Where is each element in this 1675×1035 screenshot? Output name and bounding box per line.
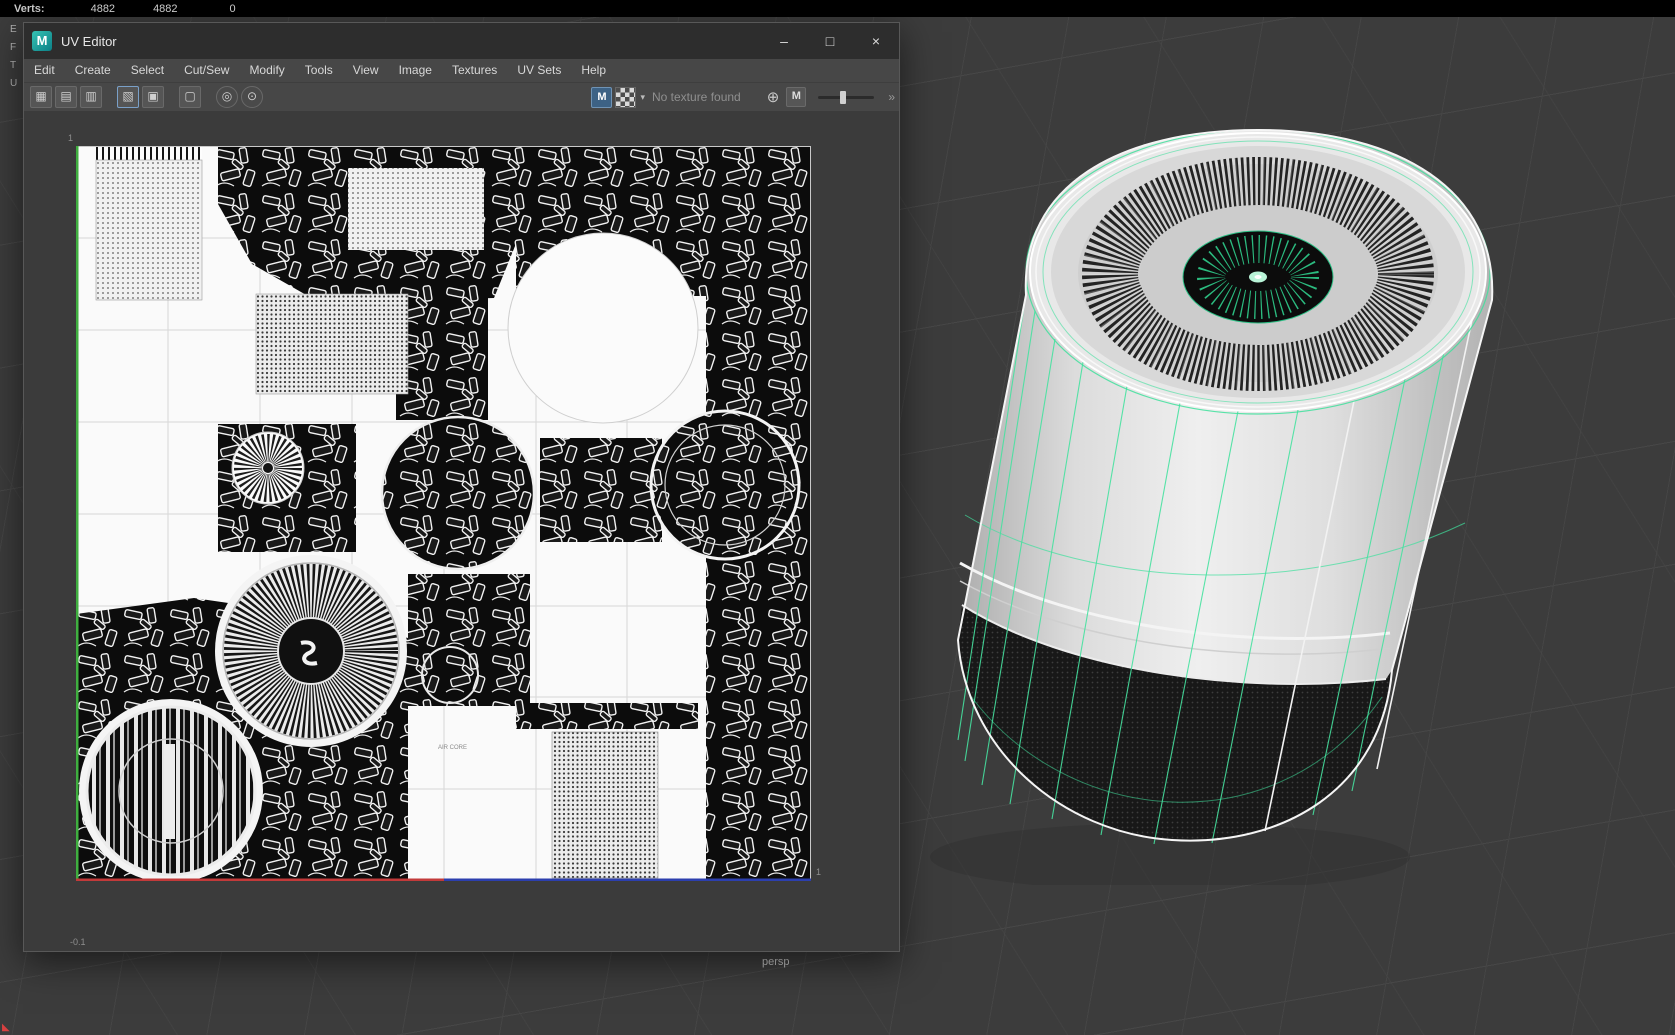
image-display-icon[interactable]: M xyxy=(591,86,613,108)
globe-icon[interactable]: ⊕ xyxy=(767,88,780,106)
uv-canvas[interactable]: AIR CORE xyxy=(76,146,811,881)
heads-up-display: Verts: 4882 4882 0 xyxy=(0,0,1675,17)
ruler-tick-bottom-left: -0.1 xyxy=(70,937,86,947)
window-titlebar[interactable]: M UV Editor – □ × xyxy=(24,23,899,59)
axis-marker: ◣ xyxy=(2,1022,10,1033)
verts-count: 4882 xyxy=(90,2,116,15)
uv-layout-icon[interactable]: ▦ xyxy=(30,86,52,108)
menu-cut-sew[interactable]: Cut/Sew xyxy=(174,59,239,82)
expand-toolbar-icon[interactable]: » xyxy=(888,90,895,104)
ruler-tick-bottom-right: 1 xyxy=(816,867,822,877)
camera-label: persp xyxy=(762,956,790,968)
fan-center-dot xyxy=(1254,275,1262,279)
hud-label-faces: F xyxy=(10,42,17,53)
chevron-down-icon[interactable]: ▾ xyxy=(640,92,645,103)
verts-count-extra: 0 xyxy=(229,2,236,15)
uv-circle-hole xyxy=(507,232,699,424)
material-icon[interactable]: M xyxy=(786,87,807,107)
maximize-button[interactable]: □ xyxy=(807,23,853,59)
menu-bar: Edit Create Select Cut/Sew Modify Tools … xyxy=(24,59,899,83)
verts-count-selected: 4882 xyxy=(153,2,178,15)
window-title: UV Editor xyxy=(61,33,117,49)
texture-controls: M ▾ No texture found ⊕ M » xyxy=(591,86,895,108)
checker-display-icon[interactable] xyxy=(615,86,637,108)
uv-checker-icon[interactable]: ▣ xyxy=(142,86,164,108)
uv-grid-icon[interactable]: ▧ xyxy=(117,86,139,108)
menu-textures[interactable]: Textures xyxy=(442,59,507,82)
menu-tools[interactable]: Tools xyxy=(295,59,343,82)
slider-handle[interactable] xyxy=(840,90,847,104)
minimize-button[interactable]: – xyxy=(761,23,807,59)
menu-select[interactable]: Select xyxy=(121,59,174,82)
uv-editor-window: M UV Editor – □ × Edit Create Select Cut… xyxy=(23,22,900,952)
hud-side-labels: E F T U xyxy=(10,21,17,93)
menu-uv-sets[interactable]: UV Sets xyxy=(507,59,571,82)
close-button[interactable]: × xyxy=(853,23,899,59)
uv-tile-icon[interactable]: ▢ xyxy=(179,86,201,108)
target-icon[interactable]: ◎ xyxy=(216,86,238,108)
window-controls: – □ × xyxy=(761,23,899,59)
hud-label-tris: T xyxy=(10,60,17,71)
ruler-tick-top: 1 xyxy=(68,133,74,143)
menu-edit[interactable]: Edit xyxy=(24,59,65,82)
uv-toolbar: ▦ ▤ ▥ ▧ ▣ ▢ ◎ ⊙ M ▾ No texture found ⊕ M… xyxy=(24,83,899,112)
menu-view[interactable]: View xyxy=(343,59,389,82)
menu-modify[interactable]: Modify xyxy=(239,59,294,82)
menu-help[interactable]: Help xyxy=(571,59,616,82)
hud-label-edges: E xyxy=(10,24,17,35)
3d-model-viewport[interactable] xyxy=(920,85,1520,885)
menu-image[interactable]: Image xyxy=(389,59,442,82)
verts-label: Verts: xyxy=(14,2,45,15)
uv-distortion-icon[interactable]: ▤ xyxy=(55,86,77,108)
camera-icon[interactable]: ⊙ xyxy=(241,86,263,108)
hud-label-uvs: U xyxy=(10,78,18,89)
texture-label: AIR CORE xyxy=(438,745,467,751)
texture-status: No texture found xyxy=(652,90,741,104)
uv-canvas-area[interactable]: 1 -0.1 1 AIR CORE xyxy=(24,111,899,951)
exposure-slider[interactable] xyxy=(818,90,875,104)
uv-shells-icon[interactable]: ▥ xyxy=(80,86,102,108)
maya-logo-icon: M xyxy=(32,31,52,51)
menu-create[interactable]: Create xyxy=(65,59,121,82)
